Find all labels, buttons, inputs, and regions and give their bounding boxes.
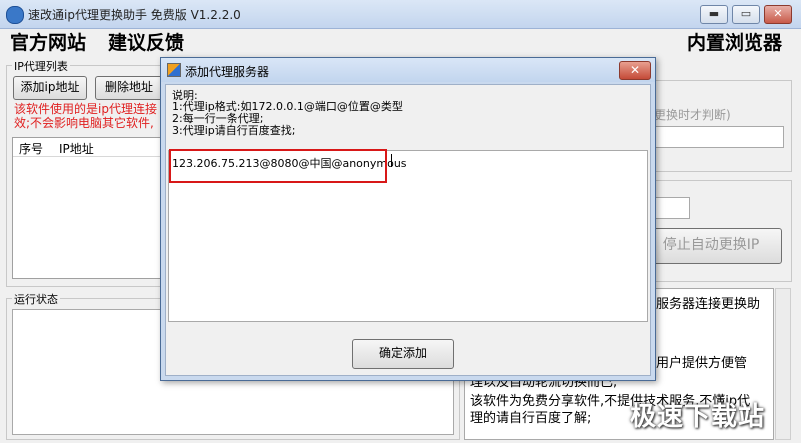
column-index: 序号 (19, 142, 44, 156)
title-bar: 速改通ip代理更换助手 免费版 V1.2.2.0 ▬ ▭ ✕ (0, 0, 801, 29)
settings-hint: 更换时才判断) (654, 108, 731, 122)
app-icon (6, 6, 24, 24)
info-line-1: 服务器连接更换助 (656, 297, 761, 312)
status-label: 运行状态 (12, 291, 60, 307)
text-caret (391, 154, 392, 167)
note-line-3: 3:代理ip请自行百度查找; (172, 124, 296, 137)
proxy-input[interactable]: 123.206.75.213@8080@中国@anonymous (168, 149, 648, 322)
dialog-title: 添加代理服务器 (185, 65, 270, 79)
column-ip: IP地址 (59, 142, 94, 156)
dialog-body: 说明: 1:代理ip格式:如172.0.0.1@端口@位置@类型 2:每一行一条… (165, 84, 651, 376)
dialog-close-button[interactable]: ✕ (619, 61, 651, 80)
watermark-logo: 极速下载站 (630, 402, 766, 432)
feedback-link[interactable]: 建议反馈 (108, 28, 184, 55)
ip-list-label: IP代理列表 (12, 58, 70, 74)
menu-bar: 官方网站 建议反馈 内置浏览器 (0, 28, 801, 55)
official-site-link[interactable]: 官方网站 (10, 28, 86, 55)
close-button[interactable]: ✕ (764, 5, 792, 24)
maximize-button[interactable]: ▭ (732, 5, 760, 24)
add-proxy-dialog: 添加代理服务器 ✕ 说明: 1:代理ip格式:如172.0.0.1@端口@位置@… (160, 57, 656, 381)
stop-auto-change-button[interactable]: 停止自动更换IP (640, 228, 782, 264)
minimize-button[interactable]: ▬ (700, 5, 728, 24)
browser-link[interactable]: 内置浏览器 (687, 28, 782, 55)
interval-input[interactable] (654, 197, 690, 219)
window-title: 速改通ip代理更换助手 免费版 V1.2.2.0 (28, 8, 241, 22)
ip-table[interactable]: 序号 IP地址 (12, 137, 164, 279)
confirm-add-button[interactable]: 确定添加 (352, 339, 454, 369)
info-line-5: 理的请自行百度了解; (470, 411, 592, 426)
dialog-app-icon (167, 63, 181, 77)
delete-ip-button[interactable]: 删除地址 (95, 76, 163, 100)
dialog-title-bar: 添加代理服务器 ✕ (161, 58, 655, 82)
info-line-2: 用户提供方便管 (656, 356, 748, 371)
ip-table-header: 序号 IP地址 (13, 138, 163, 157)
warning-text-2: 效;不会影响电脑其它软件, (14, 116, 154, 130)
highlight-box (169, 149, 387, 183)
add-ip-button[interactable]: 添加ip地址 (13, 76, 87, 100)
info-scrollbar[interactable] (775, 288, 791, 440)
settings-input[interactable] (654, 126, 784, 148)
